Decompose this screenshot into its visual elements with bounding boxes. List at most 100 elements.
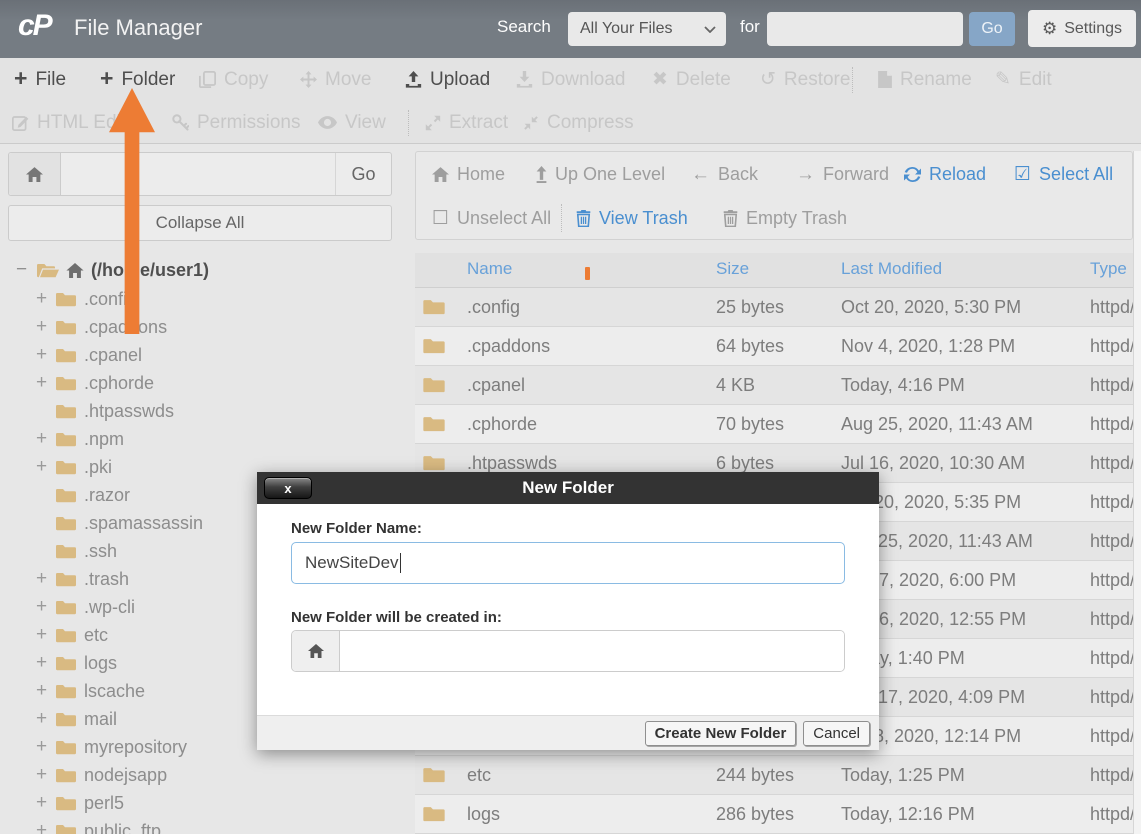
sidebar-go-label: Go [351,164,375,185]
dialog-header: x New Folder [257,472,879,504]
expand-toggle[interactable]: + [36,624,56,646]
expand-toggle[interactable]: + [36,456,56,478]
search-go-label: Go [981,20,1002,38]
expand-toggle[interactable]: + [36,372,56,394]
create-new-folder-button[interactable]: Create New Folder [645,721,797,746]
column-header-size[interactable]: Size [716,259,749,279]
expand-toggle[interactable]: + [36,820,56,834]
expand-toggle[interactable]: + [36,792,56,814]
file-nav-empty-trash[interactable]: Empty Trash [723,196,847,240]
toolbar-button-label: View [345,112,386,134]
arrow-left-icon: ← [691,165,710,184]
search-input[interactable] [767,12,963,46]
file-icon [878,71,892,88]
tree-item-label: perl5 [84,793,124,814]
cell-type: httpd/ [1090,288,1135,326]
cell-name: .config [467,288,520,326]
file-nav-back[interactable]: ← Back [691,152,758,196]
folder-icon [56,684,76,699]
cell-type: httpd/ [1090,405,1135,443]
table-row-dot-config[interactable]: .config25 bytesOct 20, 2020, 5:30 PMhttp… [415,288,1133,327]
tree-item-dot-config[interactable]: +.config [0,285,402,313]
collapse-toggle[interactable]: − [16,259,30,281]
expand-toggle[interactable]: + [36,428,56,450]
close-icon: x [284,482,291,495]
toolbar-divider [852,67,853,93]
created-in-input[interactable] [340,631,844,671]
expand-toggle[interactable]: + [36,344,56,366]
dialog-close-button[interactable]: x [264,477,312,499]
tree-item-public_ftp[interactable]: +public_ftp [0,817,402,834]
table-row-dot-cpanel[interactable]: .cpanel4 KBToday, 4:16 PMhttpd/ [415,366,1133,405]
search-go-button[interactable]: Go [969,12,1015,46]
column-header-type[interactable]: Type [1090,259,1127,279]
dialog-footer: Create New Folder Cancel [257,715,879,750]
table-row-etc[interactable]: etc244 bytesToday, 1:25 PMhttpd/ [415,756,1133,795]
file-nav-up-one-level[interactable]: Up One Level [536,152,665,196]
checkbox-empty-icon: ☐ [432,209,449,228]
file-nav-view-trash[interactable]: View Trash [576,196,688,240]
new-folder-name-input[interactable]: NewSiteDev [291,542,845,584]
toolbar-button-file[interactable]: +File [14,58,66,101]
expand-toggle[interactable]: + [36,680,56,702]
expand-toggle[interactable]: + [36,596,56,618]
expand-toggle[interactable]: + [36,288,56,310]
tree-item-dot-cpanel[interactable]: +.cpanel [0,341,402,369]
toolbar-button-upload[interactable]: Upload [405,58,490,101]
scrollbar-track[interactable] [1133,151,1141,834]
folder-icon [56,600,76,615]
tree-item-label: mail [84,709,117,730]
column-header-name[interactable]: Name [467,259,512,279]
tree-item-nodejsapp[interactable]: +nodejsapp [0,761,402,789]
tree-item-dot-npm[interactable]: + .npm [0,425,402,453]
toolbar-button-folder[interactable]: +Folder [100,58,175,101]
tree-item-label: .cphorde [84,373,154,394]
cell-type: httpd/ [1090,600,1135,638]
expand-toggle[interactable]: + [36,568,56,590]
cell-type: httpd/ [1090,483,1135,521]
folder-icon [56,824,76,834]
expand-toggle[interactable]: + [36,316,56,338]
settings-button[interactable]: ⚙ Settings [1028,10,1136,47]
table-row-dot-cpaddons[interactable]: .cpaddons64 bytesNov 4, 2020, 1:28 PMhtt… [415,327,1133,366]
tree-item-dot-htpasswds[interactable]: .htpasswds [0,397,402,425]
folder-icon [423,767,445,786]
expand-toggle[interactable]: + [36,736,56,758]
table-row-dot-cphorde[interactable]: .cphorde70 bytesAug 25, 2020, 11:43 AMht… [415,405,1133,444]
folder-icon [56,404,76,419]
cell-type: httpd/ [1090,444,1135,482]
search-scope-select[interactable]: All Your Files [568,12,726,46]
tree-item-perl5[interactable]: + perl5 [0,789,402,817]
cell-last-modified: Today, 12:16 PM [841,795,975,833]
tree-item-dot-cphorde[interactable]: + .cphorde [0,369,402,397]
file-nav-unselect-all[interactable]: ☐Unselect All [432,196,551,240]
sidebar-path-input[interactable] [61,153,335,195]
file-nav-forward[interactable]: →Forward [796,152,889,196]
toolbar-button-restore: ↺Restore [760,58,850,101]
toolbar-button-label: Extract [449,112,508,134]
tree-item-label: .npm [84,429,124,450]
cell-name: etc [467,756,491,794]
search-scope-value: All Your Files [580,20,704,38]
expand-toggle[interactable]: + [36,708,56,730]
file-nav-label: Back [718,164,758,185]
house-icon [66,263,84,278]
cancel-button[interactable]: Cancel [803,721,870,746]
table-row-logs[interactable]: logs286 bytesToday, 12:16 PMhttpd/ [415,795,1133,834]
sidebar-go-button[interactable]: Go [335,153,391,195]
sidebar-home-button[interactable] [9,153,61,195]
column-header-last-modified[interactable]: Last Modified [841,259,942,279]
file-nav-home[interactable]: Home [432,152,505,196]
folder-icon [423,377,445,393]
tree-item-dot-cpaddons[interactable]: +.cpaddons [0,313,402,341]
folder-icon [56,432,76,447]
toolbar-button-move: Move [300,58,371,101]
extract-icon [425,115,441,131]
toolbar-button-label: Delete [676,69,731,91]
expand-toggle[interactable]: + [36,652,56,674]
collapse-all-button[interactable]: Collapse All [8,205,392,241]
file-nav-select-all[interactable]: ☑Select All [1014,152,1113,196]
file-nav-reload[interactable]: Reload [904,152,986,196]
tree-root[interactable]: − (/home/user1) [0,255,402,285]
expand-toggle[interactable]: + [36,764,56,786]
